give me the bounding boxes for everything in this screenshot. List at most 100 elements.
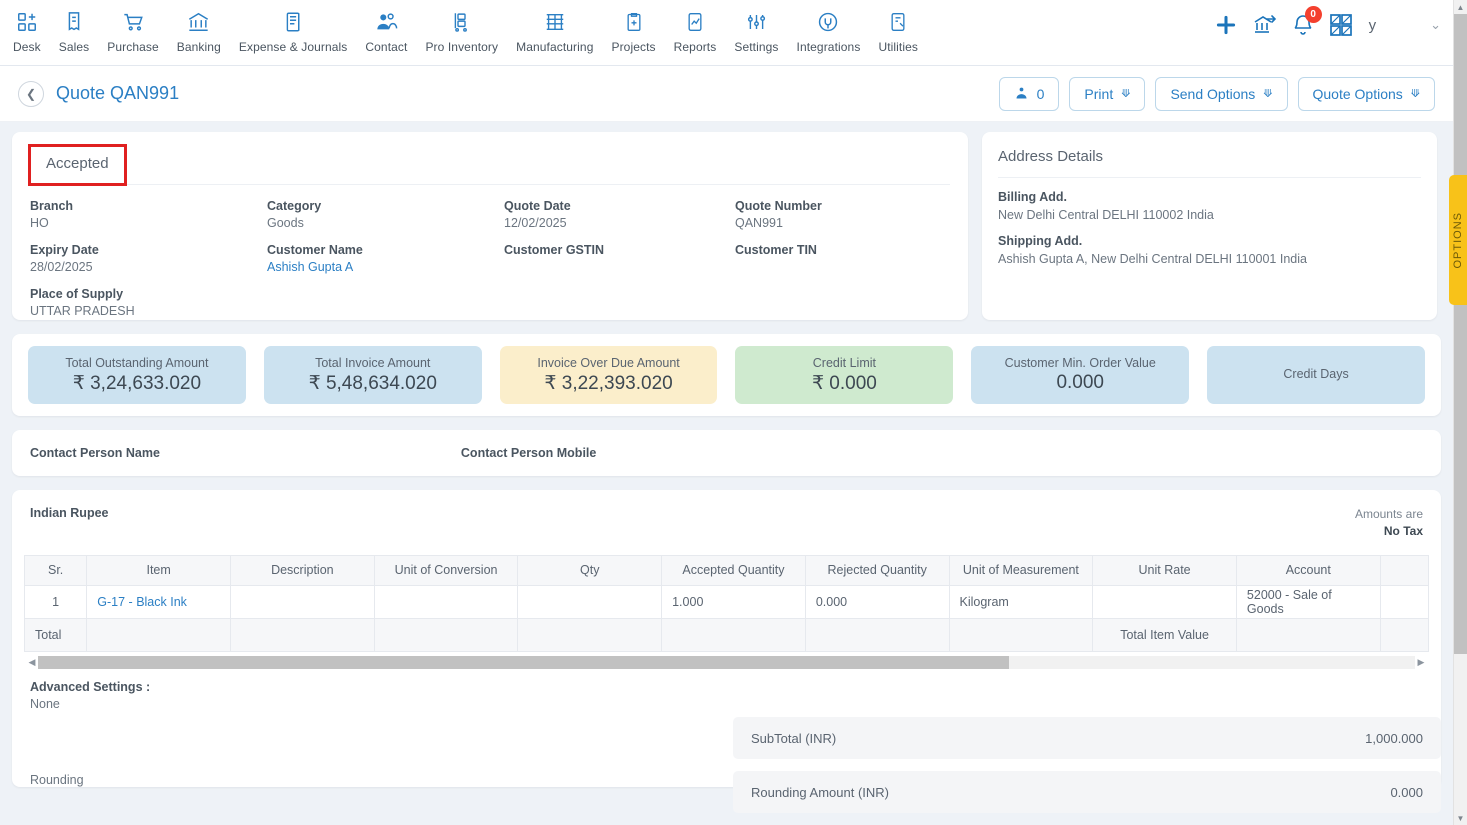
nav-item-manufacturing[interactable]: Manufacturing [507,9,602,54]
utilities-icon [888,9,908,35]
column-header-unit-rate[interactable]: Unit Rate [1092,554,1237,586]
settings-sliders-icon [746,9,767,35]
kpi-credit-days[interactable]: Credit Days [1207,346,1425,404]
chevron-down-icon: ⟱ [1263,88,1273,100]
field-customer-tin: Customer TIN [735,243,950,274]
scroll-left-arrow-icon[interactable]: ◀ [26,657,38,668]
cell-item[interactable]: G-17 - Black Ink [86,584,231,619]
kpi-label: Customer Min. Order Value [1004,356,1156,370]
table-row: 1 G-17 - Black Ink 1.000 0.000 Kilogram … [23,584,1430,619]
kpi-total-invoice-amount[interactable]: Total Invoice Amount ₹ 5,48,634.020 [263,346,482,404]
total-cell-accepted-quantity [661,617,806,652]
attachment-count-button[interactable]: 0 [998,76,1060,111]
options-side-tab[interactable]: OPTIONS [1449,175,1467,305]
amounts-are-label: Amounts are [1354,507,1423,521]
back-button[interactable]: ❮ [18,80,44,107]
nav-item-desk[interactable]: Desk [4,9,50,54]
kpi-value: ₹ 3,24,633.020 [72,372,202,394]
quote-options-button[interactable]: Quote Options ⟱ [1297,76,1435,111]
grid-apps-icon[interactable] [1329,13,1353,37]
items-table-horizontal-scrollbar[interactable]: ◀ ▶ [26,656,1427,670]
print-button[interactable]: Print ⟱ [1069,76,1146,111]
column-header-sr[interactable]: Sr. [23,554,88,586]
column-header-accepted-quantity[interactable]: Accepted Quantity [661,554,806,586]
kpi-credit-limit[interactable]: Credit Limit ₹ 0.000 [735,346,954,404]
address-details-heading: Address Details [998,132,1421,178]
nav-item-integrations[interactable]: Integrations [788,9,870,54]
address-body: Billing Add. New Delhi Central DELHI 110… [998,178,1421,266]
item-link[interactable]: G-17 - Black Ink [97,595,187,609]
field-label: Customer Name [267,243,363,257]
field-value: 28/02/2025 [30,260,93,274]
nav-item-sales[interactable]: Sales [50,9,99,54]
column-header-unit-of-conversion[interactable]: Unit of Conversion [373,554,519,586]
user-initial[interactable]: y [1367,17,1379,34]
column-header-extra [1379,554,1430,586]
total-cell-unit-of-measurement [948,617,1094,652]
items-table-total-row: Total Total Item Value [23,617,1430,652]
totals-panel: SubTotal (INR) 1,000.000 Rounding Amount… [733,717,1441,825]
page-vertical-scrollbar[interactable]: ▲ ▼ [1453,0,1467,825]
nav-item-projects[interactable]: Projects [602,9,664,54]
nav-item-pro-inventory[interactable]: Pro Inventory [416,9,507,54]
field-label: Place of Supply [30,287,124,301]
nav-item-contact[interactable]: Contact [356,9,416,54]
cell-unit-rate [1092,584,1237,619]
kpi-customer-min-order-value[interactable]: Customer Min. Order Value 0.000 [971,346,1190,404]
quote-options-label: Quote Options [1312,85,1403,102]
cell-extra [1379,584,1430,619]
subtotal-label: SubTotal (INR) [751,730,837,746]
column-header-unit-of-measurement[interactable]: Unit of Measurement [948,554,1094,586]
rounding-amount-label: Rounding Amount (INR) [751,784,890,800]
nav-item-label: Banking [176,40,221,54]
total-cell-item [86,617,231,652]
customer-name-link[interactable]: Ashish Gupta A [267,260,504,274]
scrollbar-track[interactable] [38,656,1415,670]
nav-item-banking[interactable]: Banking [168,9,230,54]
field-label: Expiry Date [30,243,99,257]
field-label: Quote Date [504,199,571,213]
field-expiry-date: Expiry Date 28/02/2025 [30,243,267,274]
purchase-cart-icon [122,9,145,35]
field-branch: Branch HO [30,199,267,230]
column-header-item[interactable]: Item [86,554,231,586]
column-header-rejected-quantity[interactable]: Rejected Quantity [804,554,950,586]
kpi-label: Credit Days [1283,367,1349,381]
shipping-address-label: Shipping Add. [998,234,1083,248]
scroll-up-arrow-icon[interactable]: ▲ [1454,0,1467,14]
column-header-account[interactable]: Account [1235,554,1381,586]
vertical-scrollbar-thumb[interactable] [1454,14,1467,654]
bell-icon[interactable]: 0 [1291,6,1322,37]
scroll-right-arrow-icon[interactable]: ▶ [1415,657,1427,668]
print-label: Print [1084,85,1114,102]
nav-item-label: Contact [365,40,408,54]
kpi-invoice-over-due-amount[interactable]: Invoice Over Due Amount ₹ 3,22,393.020 [499,346,718,404]
nav-item-settings[interactable]: Settings [725,9,787,54]
plus-icon[interactable] [1213,12,1239,38]
total-cell-extra [1379,617,1430,652]
cell-accepted-quantity: 1.000 [661,584,806,619]
bank-transfer-icon[interactable] [1253,13,1277,37]
chevron-down-icon: ⟱ [1410,88,1420,100]
kpi-label: Total Invoice Amount [315,355,431,370]
kpi-total-outstanding-amount[interactable]: Total Outstanding Amount ₹ 3,24,633.020 [28,346,246,404]
status-row: Accepted [28,132,950,186]
column-header-qty[interactable]: Qty [517,554,663,586]
total-cell-qty [517,617,663,652]
cell-unit-of-measurement: Kilogram [948,584,1094,619]
contact-person-name-label: Contact Person Name [30,446,160,460]
billing-address-value: New Delhi Central DELHI 110002 India [998,208,1214,222]
send-options-button[interactable]: Send Options ⟱ [1155,76,1288,111]
nav-item-expense-journals[interactable]: Expense & Journals [230,9,357,54]
nav-item-reports[interactable]: Reports [665,9,726,54]
nav-item-label: Utilities [878,40,919,54]
chevron-down-icon[interactable]: ⌄ [1430,17,1441,33]
scrollbar-thumb[interactable] [38,656,1009,670]
nav-item-purchase[interactable]: Purchase [98,9,168,54]
column-header-description[interactable]: Description [230,554,375,586]
subtotal-value: 1,000.000 [1365,730,1423,746]
scroll-down-arrow-icon[interactable]: ▼ [1454,811,1467,825]
quote-fields-grid: Branch HO Category Goods Quote Date 12/0… [30,185,950,318]
nav-item-utilities[interactable]: Utilities [869,9,927,54]
send-options-label: Send Options [1170,85,1256,102]
